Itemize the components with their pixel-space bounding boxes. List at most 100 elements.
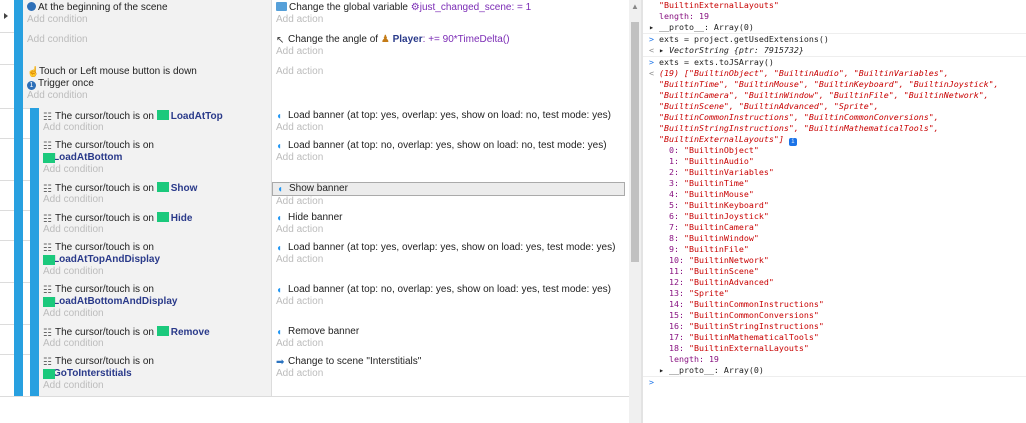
object-name[interactable]: Hide	[171, 213, 193, 224]
condition[interactable]: At the beginning of the scene	[23, 2, 271, 14]
array-value: "BuiltinCommonInstructions"	[688, 299, 824, 309]
object-name[interactable]: Show	[171, 183, 198, 194]
array-summary: "BuiltinScene", "BuiltinAdvanced", "Spri…	[659, 101, 879, 111]
add-condition-button[interactable]: Add condition	[39, 224, 271, 236]
add-action-button[interactable]: Add action	[272, 14, 629, 26]
object-name[interactable]: LoadAtTop	[171, 111, 223, 122]
console-output-line[interactable]: "BuiltinCommonInstructions", "BuiltinCom…	[643, 112, 1026, 123]
sub-event-row[interactable]: ☷ The cursor/touch is on Remove Add condit…	[0, 324, 629, 355]
add-action-button[interactable]: Add action	[272, 196, 629, 208]
object-name[interactable]: LoadAtTopAndDisplay	[53, 254, 160, 265]
add-condition-button[interactable]: Add condition	[39, 338, 271, 350]
admob-icon: ◖	[276, 327, 283, 338]
sub-event-row[interactable]: ☷ The cursor/touch is on GoToInterstitials…	[0, 354, 629, 397]
condition[interactable]: ☷ The cursor/touch is on Show	[39, 182, 271, 195]
console-output-line[interactable]: "BuiltinExternalLayouts"] i	[643, 134, 1026, 146]
add-condition-button[interactable]: Add condition	[39, 122, 271, 134]
events-scrollbar[interactable]: ▲	[629, 0, 641, 423]
sub-event-bar	[30, 324, 39, 354]
conditions-column: ☷ The cursor/touch is on LoadAtBottom Add c…	[39, 138, 271, 180]
sub-event-row[interactable]: ☷ The cursor/touch is on LoadAtTop Add con…	[0, 108, 629, 139]
add-action-button[interactable]: Add action	[272, 368, 629, 380]
array-index: 4:	[649, 189, 684, 199]
object-name[interactable]: GoToInterstitials	[53, 368, 132, 379]
event-row[interactable]: ☝Touch or Left mouse button is down 1 Trig…	[0, 64, 629, 109]
angle-icon: ↖	[276, 35, 285, 46]
action[interactable]: ↖ Change the angle of ♟ Player: += 90*Tim…	[272, 34, 629, 46]
console-input-line[interactable]: >	[643, 376, 1026, 388]
add-condition-button[interactable]: Add condition	[39, 266, 271, 278]
scrollbar-thumb[interactable]	[631, 22, 639, 262]
object-name[interactable]: LoadAtBottom	[53, 152, 122, 163]
condition-object-line[interactable]: LoadAtTopAndDisplay	[39, 254, 271, 266]
action[interactable]: ◖ Load banner (at top: yes, overlap: yes,…	[272, 242, 629, 254]
add-action-button[interactable]: Add action	[272, 152, 629, 164]
console-output-line[interactable]: "BuiltinTime", "BuiltinMouse", "BuiltinK…	[643, 79, 1026, 90]
condition-object-line[interactable]: LoadAtBottomAndDisplay	[39, 296, 271, 308]
action[interactable]: ◖ Remove banner	[272, 326, 629, 338]
action[interactable]: ◖ Show banner	[272, 182, 625, 196]
action[interactable]: ◖ Hide banner	[272, 212, 629, 224]
condition[interactable]: ☷ The cursor/touch is on	[39, 242, 271, 254]
condition[interactable]: ☝Touch or Left mouse button is down	[23, 66, 271, 78]
condition-text: The cursor/touch is on	[55, 242, 154, 253]
array-item: 15: "BuiltinCommonConversions"	[643, 310, 1026, 321]
console-output-line[interactable]: < (19) ["BuiltinObject", "BuiltinAudio",…	[643, 68, 1026, 79]
console-input-line[interactable]: > exts = exts.toJSArray()	[643, 56, 1026, 68]
collapse-icon[interactable]	[4, 13, 8, 19]
event-row[interactable]: At the beginning of the scene Add conditi…	[0, 0, 629, 33]
console-output-line[interactable]: < ▸ VectorString {ptr: 7915732}	[643, 45, 1026, 56]
add-condition-button[interactable]: Add condition	[39, 308, 271, 320]
array-index: 13:	[649, 288, 689, 298]
condition[interactable]: ☷ The cursor/touch is on	[39, 140, 271, 152]
scroll-up-icon[interactable]: ▲	[631, 2, 639, 12]
sub-event-row[interactable]: ☷ The cursor/touch is on LoadAtBottomAndDi…	[0, 282, 629, 325]
sub-event-row[interactable]: ☷ The cursor/touch is on LoadAtBottom Add c…	[0, 138, 629, 181]
console-output-line[interactable]: "BuiltinStringInstructions", "BuiltinMat…	[643, 123, 1026, 134]
condition-object-line[interactable]: GoToInterstitials	[39, 368, 271, 380]
info-icon[interactable]: i	[788, 138, 797, 146]
action[interactable]: ◖ Load banner (at top: no, overlap: yes, …	[272, 284, 629, 296]
add-condition-button[interactable]: Add condition	[23, 14, 271, 26]
sub-event-row[interactable]: ☷ The cursor/touch is on Show Add conditio…	[0, 180, 629, 211]
sub-event-bar	[30, 240, 39, 282]
add-action-button[interactable]: Add action	[272, 338, 629, 350]
add-action-button[interactable]: Add action	[272, 46, 629, 58]
add-condition-button[interactable]: Add condition	[39, 164, 271, 176]
condition[interactable]: ☷ The cursor/touch is on Remove	[39, 326, 271, 339]
parent-event-bar	[14, 210, 23, 240]
condition-object-line[interactable]: LoadAtBottom	[39, 152, 271, 164]
add-condition-button[interactable]: Add condition	[39, 380, 271, 392]
condition[interactable]: ☷ The cursor/touch is on	[39, 284, 271, 296]
event-row[interactable]: Add condition ↖ Change the angle of ♟ Play…	[0, 32, 629, 65]
array-item: 9: "BuiltinFile"	[643, 244, 1026, 255]
condition[interactable]: ☷ The cursor/touch is on LoadAtTop	[39, 110, 271, 123]
add-action-button[interactable]: Add action	[272, 122, 629, 134]
object-name[interactable]: LoadAtBottomAndDisplay	[53, 296, 177, 307]
console-output-line[interactable]: "BuiltinScene", "BuiltinAdvanced", "Spri…	[643, 101, 1026, 112]
add-condition-button[interactable]: Add condition	[39, 194, 271, 206]
add-action-button[interactable]: Add action	[272, 224, 629, 236]
condition[interactable]: ☷ The cursor/touch is on	[39, 356, 271, 368]
add-action-button[interactable]: Add action	[272, 296, 629, 308]
add-condition-button[interactable]: Add condition	[23, 34, 271, 46]
condition[interactable]: 1 Trigger once	[23, 78, 271, 90]
array-summary: "BuiltinTime", "BuiltinMouse", "BuiltinK…	[659, 79, 999, 89]
console-line[interactable]: ▸ __proto__: Array(0)	[643, 365, 1026, 376]
action[interactable]: ➡ Change to scene "Interstitials"	[272, 356, 629, 368]
action[interactable]: ◖ Load banner (at top: yes, overlap: yes,…	[272, 110, 629, 122]
console-output-line[interactable]: "BuiltinCamera", "BuiltinWindow", "Built…	[643, 90, 1026, 101]
object-name[interactable]: Remove	[171, 327, 210, 338]
sub-event-row[interactable]: ☷ The cursor/touch is on Hide Add conditio…	[0, 210, 629, 241]
add-condition-button[interactable]: Add condition	[23, 90, 271, 102]
add-action-button[interactable]: Add action	[272, 254, 629, 266]
action[interactable]: ◖ Load banner (at top: no, overlap: yes, …	[272, 140, 629, 152]
add-action-button[interactable]: Add action	[272, 66, 629, 78]
action[interactable]: Change the global variable ⚙just_changed…	[272, 2, 629, 14]
array-summary: (19) ["BuiltinObject", "BuiltinAudio", "…	[659, 68, 949, 78]
admob-icon: ◖	[276, 285, 283, 296]
sub-event-row[interactable]: ☷ The cursor/touch is on LoadAtTopAndDispl…	[0, 240, 629, 283]
condition-text: The cursor/touch is on	[55, 183, 157, 194]
console-input-line[interactable]: > exts = project.getUsedExtensions()	[643, 33, 1026, 45]
condition[interactable]: ☷ The cursor/touch is on Hide	[39, 212, 271, 225]
